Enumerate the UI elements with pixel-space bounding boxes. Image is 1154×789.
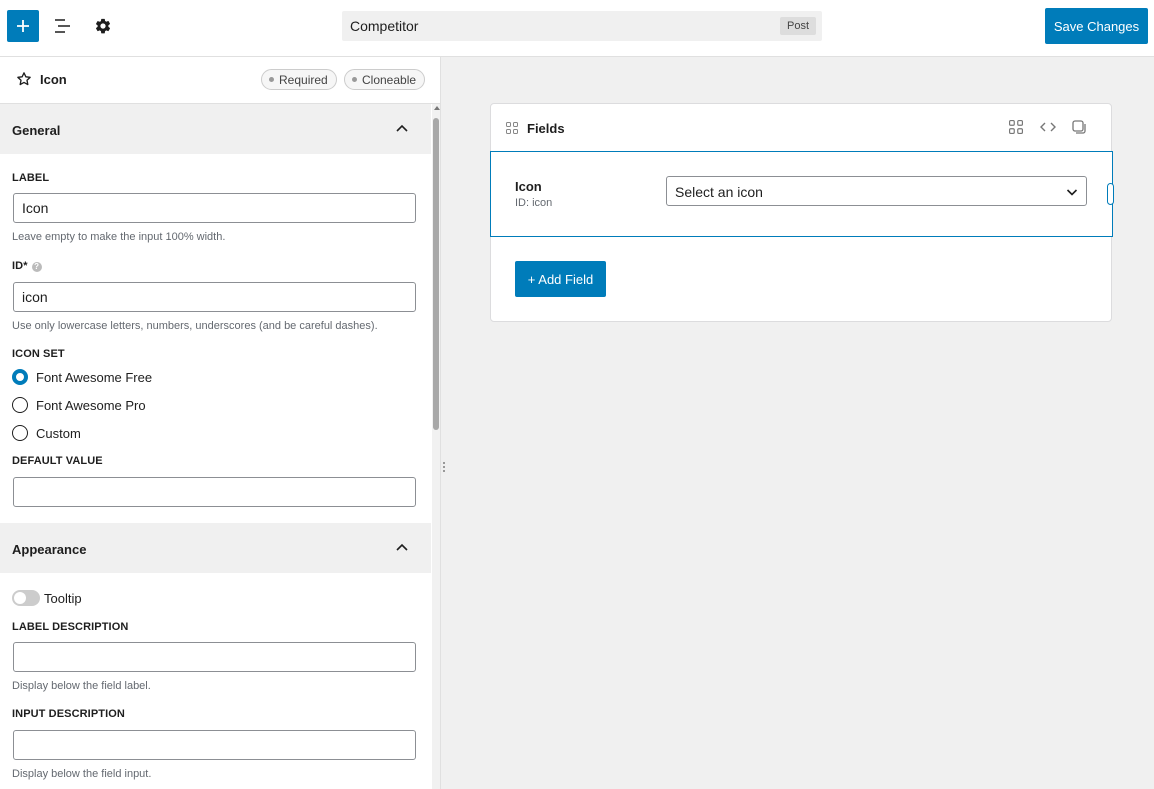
post-title: Competitor xyxy=(350,18,419,34)
input-description-help: Display below the field input. xyxy=(12,768,152,780)
scrollbar-thumb[interactable] xyxy=(433,118,439,430)
radio-button-checked[interactable] xyxy=(12,369,28,385)
scroll-up-arrow-icon[interactable] xyxy=(434,106,440,110)
star-icon xyxy=(17,72,31,86)
field-label: Icon xyxy=(515,179,542,194)
fields-card-header: Fields xyxy=(491,104,1111,151)
general-section-title: General xyxy=(12,123,61,138)
radio-label: Font Awesome Free xyxy=(36,369,153,385)
save-changes-button[interactable]: Save Changes xyxy=(1045,8,1148,44)
chevron-up-icon xyxy=(396,124,408,132)
radio-button[interactable] xyxy=(12,425,28,441)
cloneable-toggle[interactable]: Cloneable xyxy=(344,69,426,90)
icon-select[interactable]: Select an icon xyxy=(666,176,1087,206)
document-overview-button[interactable] xyxy=(49,12,77,40)
tooltip-toggle[interactable] xyxy=(12,590,40,606)
help-icon[interactable]: ? xyxy=(31,262,42,272)
label-caption: LABEL xyxy=(12,172,50,184)
id-help-text: Use only lowercase letters, numbers, und… xyxy=(12,320,378,332)
duplicate-icon[interactable] xyxy=(1072,120,1086,134)
field-resize-handle[interactable] xyxy=(1107,183,1114,205)
label-description-caption: LABEL DESCRIPTION xyxy=(12,621,129,633)
required-toggle[interactable]: Required xyxy=(261,69,337,90)
field-type-title: Icon xyxy=(40,72,67,87)
sidebar-header: Icon Required Cloneable xyxy=(0,57,440,104)
sidebar-scrollbar[interactable] xyxy=(432,104,440,789)
chevron-down-icon xyxy=(1066,189,1078,196)
top-toolbar: Competitor Post Save Changes xyxy=(0,0,1154,57)
field-row-icon[interactable]: Icon ID: icon Select an icon xyxy=(490,151,1114,237)
chevron-up-icon xyxy=(396,543,408,551)
tooltip-toggle-row[interactable]: Tooltip xyxy=(12,589,82,607)
radio-label: Font Awesome Pro xyxy=(36,397,146,413)
code-icon[interactable] xyxy=(1040,120,1056,134)
radio-custom[interactable]: Custom xyxy=(12,424,81,442)
tooltip-label: Tooltip xyxy=(44,590,82,606)
icon-set-caption: ICON SET xyxy=(12,348,65,360)
label-description-help: Display below the field label. xyxy=(12,680,151,692)
fields-card-title: Fields xyxy=(527,121,565,136)
default-value-caption: DEFAULT VALUE xyxy=(12,455,103,467)
input-description-caption: INPUT DESCRIPTION xyxy=(12,708,125,720)
radio-font-awesome-free[interactable]: Font Awesome Free xyxy=(12,368,152,386)
plus-icon xyxy=(17,20,29,32)
radio-font-awesome-pro[interactable]: Font Awesome Pro xyxy=(12,396,146,414)
select-placeholder: Select an icon xyxy=(675,184,763,200)
radio-label: Custom xyxy=(36,425,81,441)
add-block-button[interactable] xyxy=(7,10,39,42)
appearance-section-header[interactable]: Appearance xyxy=(0,523,431,573)
panel-resize-handle[interactable] xyxy=(443,462,446,476)
drag-grid-icon[interactable] xyxy=(506,122,518,134)
id-input[interactable]: icon xyxy=(13,282,416,312)
label-input[interactable]: Icon xyxy=(13,193,416,223)
toggle-knob xyxy=(14,592,26,604)
required-label: Required xyxy=(279,72,328,87)
list-view-icon xyxy=(55,19,70,33)
appearance-section-title: Appearance xyxy=(12,542,87,557)
post-title-bar[interactable]: Competitor Post xyxy=(342,11,822,41)
add-field-button[interactable]: + Add Field xyxy=(515,261,606,297)
field-settings-sidebar: Icon Required Cloneable General LABEL Ic… xyxy=(0,57,441,789)
radio-button[interactable] xyxy=(12,397,28,413)
default-value-input[interactable] xyxy=(13,477,416,507)
post-type-badge: Post xyxy=(779,17,816,35)
label-description-input[interactable] xyxy=(13,642,416,672)
label-help-text: Leave empty to make the input 100% width… xyxy=(12,231,226,243)
id-caption-text: ID* xyxy=(12,260,28,272)
status-dot xyxy=(352,77,357,82)
id-caption: ID*? xyxy=(12,260,42,272)
cloneable-label: Cloneable xyxy=(362,72,417,87)
field-id: ID: icon xyxy=(515,197,553,209)
fields-card: Fields Icon ID: icon Select an icon + Ad… xyxy=(490,103,1114,322)
gear-icon xyxy=(95,18,111,34)
status-dot xyxy=(269,77,274,82)
input-description-input[interactable] xyxy=(13,730,416,760)
grid-view-icon[interactable] xyxy=(1009,120,1023,134)
general-section-header[interactable]: General xyxy=(0,104,431,154)
settings-button[interactable] xyxy=(89,12,117,40)
